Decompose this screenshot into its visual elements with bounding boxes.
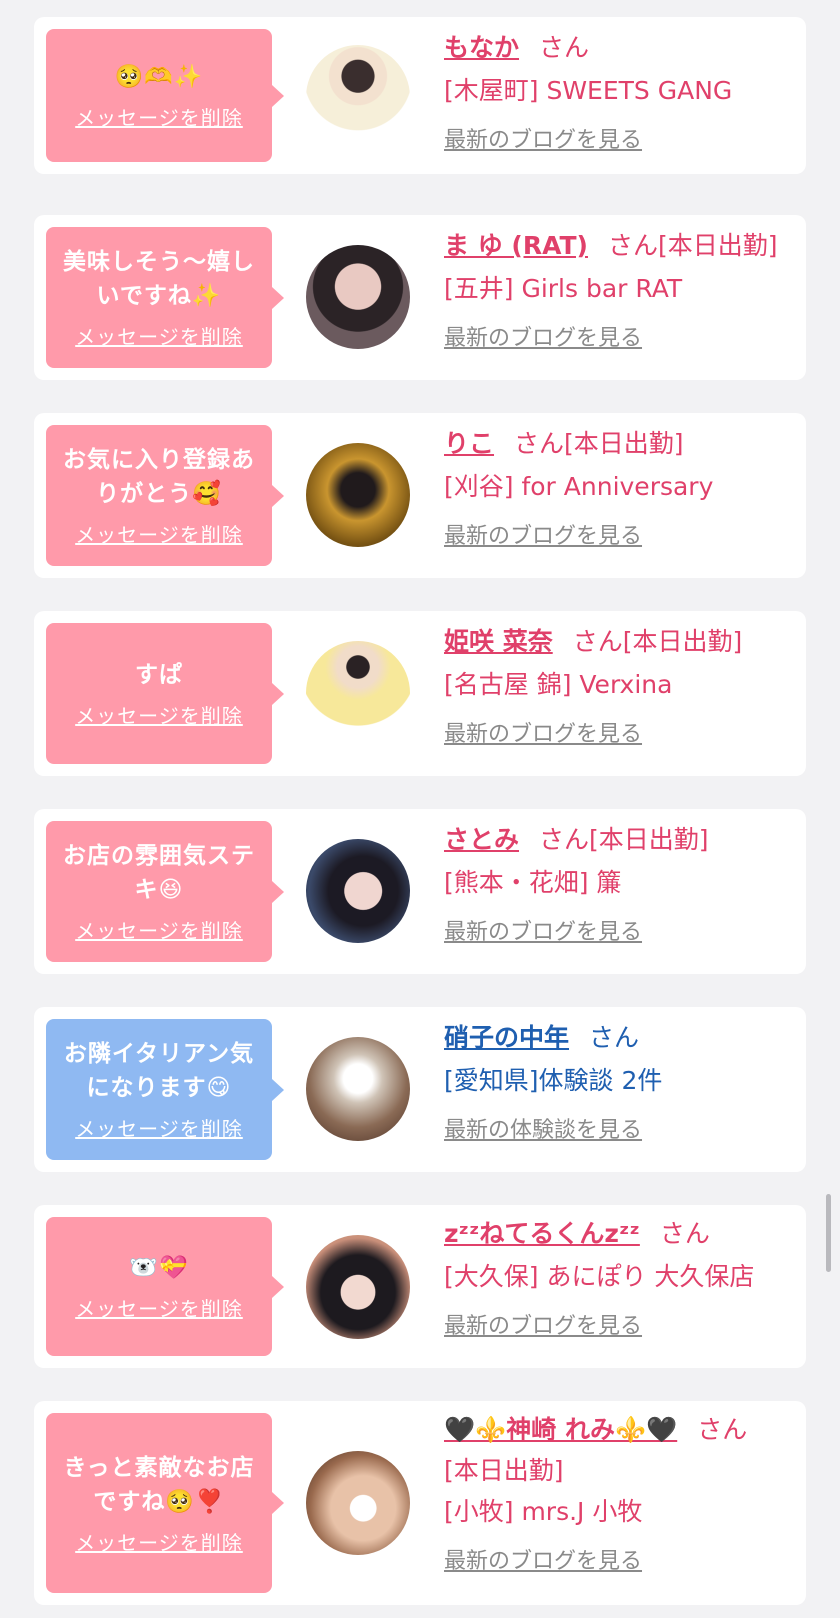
latest-blog-link[interactable]: 最新のブログを見る: [444, 720, 796, 750]
delete-message-link[interactable]: メッセージを削除: [75, 321, 243, 350]
avatar[interactable]: [306, 245, 410, 349]
latest-review-link[interactable]: 最新の体験談を見る: [444, 1116, 796, 1146]
message-text: 美味しそう〜嬉しいですね✨: [63, 249, 255, 309]
shop-name: [大久保] あにぽり 大久保店: [444, 1262, 755, 1291]
avatar[interactable]: [306, 45, 410, 149]
message-bubble: 🐻‍❄️💝 メッセージを削除: [46, 1217, 284, 1356]
message-text: 🥺🫶✨: [114, 64, 204, 90]
user-name-link[interactable]: 姫咲 菜奈: [444, 627, 553, 656]
work-status: [本日出勤]: [564, 429, 684, 458]
message-bubble: お気に入り登録ありがとう🥰 メッセージを削除: [46, 425, 284, 566]
work-status: [本日出勤]: [589, 825, 709, 854]
latest-blog-link[interactable]: 最新のブログを見る: [444, 1547, 796, 1577]
shop-name: [木屋町] SWEETS GANG: [444, 76, 733, 105]
user-name-link[interactable]: もなか: [444, 33, 519, 62]
latest-blog-link[interactable]: 最新のブログを見る: [444, 1312, 796, 1342]
message-bubble: お隣イタリアン気になります😋 メッセージを削除: [46, 1019, 284, 1160]
user-name-link[interactable]: ま ゆ (RAT): [444, 231, 588, 260]
scrollbar[interactable]: [826, 1194, 831, 1272]
work-status: [本日出勤]: [444, 1456, 564, 1485]
message-card: お店の雰囲気ステキ😆 メッセージを削除 さとみ さん[本日出勤] [熊本・花畑] …: [34, 809, 806, 974]
delete-message-link[interactable]: メッセージを削除: [75, 915, 243, 944]
message-text: お気に入り登録ありがとう🥰: [63, 447, 255, 507]
user-name-link[interactable]: 硝子の中年: [444, 1023, 569, 1052]
honorific: さん: [514, 429, 565, 458]
shop-name: [小牧] mrs.J 小牧: [444, 1497, 643, 1526]
avatar[interactable]: [306, 641, 410, 745]
latest-blog-link[interactable]: 最新のブログを見る: [444, 126, 796, 156]
latest-blog-link[interactable]: 最新のブログを見る: [444, 324, 796, 354]
avatar[interactable]: [306, 1451, 410, 1555]
message-text: きっと素敵なお店ですね🥺❣️: [63, 1454, 255, 1515]
avatar[interactable]: [306, 1235, 410, 1339]
user-name-link[interactable]: さとみ: [444, 825, 519, 854]
honorific: さん: [589, 1023, 640, 1052]
delete-message-link[interactable]: メッセージを削除: [75, 700, 243, 729]
latest-blog-link[interactable]: 最新のブログを見る: [444, 522, 796, 552]
delete-message-link[interactable]: メッセージを削除: [75, 102, 243, 131]
message-card: きっと素敵なお店ですね🥺❣️ メッセージを削除 🖤⚜️神崎 れみ⚜️🖤 さん [本…: [34, 1401, 806, 1605]
work-status: [本日出勤]: [622, 627, 743, 656]
message-card: お隣イタリアン気になります😋 メッセージを削除 硝子の中年 さん [愛知県]体験談…: [34, 1007, 806, 1172]
delete-message-link[interactable]: メッセージを削除: [75, 519, 243, 548]
message-card: 🥺🫶✨ メッセージを削除 もなか さん [木屋町] SWEETS GANG 最新の…: [34, 17, 806, 174]
delete-message-link[interactable]: メッセージを削除: [75, 1113, 243, 1142]
user-name-link[interactable]: 🖤⚜️神崎 れみ⚜️🖤: [444, 1415, 677, 1444]
shop-name: [刈谷] for Anniversary: [444, 472, 714, 501]
message-bubble: お店の雰囲気ステキ😆 メッセージを削除: [46, 821, 284, 962]
message-card: お気に入り登録ありがとう🥰 メッセージを削除 りこ さん[本日出勤] [刈谷] f…: [34, 413, 806, 578]
message-bubble: 美味しそう〜嬉しいですね✨ メッセージを削除: [46, 227, 284, 368]
message-text: お隣イタリアン気になります😋: [63, 1041, 255, 1101]
shop-name: [愛知県]体験談 2件: [444, 1066, 663, 1095]
message-text: 🐻‍❄️💝: [129, 1255, 189, 1281]
message-bubble: すぱ メッセージを削除: [46, 623, 284, 764]
message-text: すぱ: [135, 662, 183, 688]
message-text: お店の雰囲気ステキ😆: [63, 843, 255, 903]
honorific: さん: [659, 1219, 710, 1248]
user-name-link[interactable]: zᶻᶻねてるくんzᶻᶻ: [444, 1219, 640, 1248]
honorific: さん: [539, 825, 590, 854]
user-name-link[interactable]: りこ: [444, 429, 494, 458]
honorific: さん: [697, 1415, 748, 1444]
message-card: 🐻‍❄️💝 メッセージを削除 zᶻᶻねてるくんzᶻᶻ さん [大久保] あにぽり …: [34, 1205, 806, 1368]
avatar[interactable]: [306, 443, 410, 547]
avatar[interactable]: [306, 1037, 410, 1141]
message-bubble: きっと素敵なお店ですね🥺❣️ メッセージを削除: [46, 1413, 284, 1593]
delete-message-link[interactable]: メッセージを削除: [75, 1527, 243, 1556]
avatar[interactable]: [306, 839, 410, 943]
work-status: [本日出勤]: [658, 231, 778, 260]
shop-name: [五井] Girls bar RAT: [444, 274, 683, 303]
delete-message-link[interactable]: メッセージを削除: [75, 1293, 243, 1322]
honorific: さん: [572, 627, 623, 656]
message-card: すぱ メッセージを削除 姫咲 菜奈 さん[本日出勤] [名古屋 錦] Verxin…: [34, 611, 806, 776]
shop-name: [名古屋 錦] Verxina: [444, 670, 673, 699]
latest-blog-link[interactable]: 最新のブログを見る: [444, 918, 796, 948]
message-bubble: 🥺🫶✨ メッセージを削除: [46, 29, 284, 162]
honorific: さん: [607, 231, 658, 260]
message-card: 美味しそう〜嬉しいですね✨ メッセージを削除 ま ゆ (RAT) さん[本日出勤]…: [34, 215, 806, 380]
shop-name: [熊本・花畑] 簾: [444, 868, 622, 897]
honorific: さん: [539, 33, 590, 62]
